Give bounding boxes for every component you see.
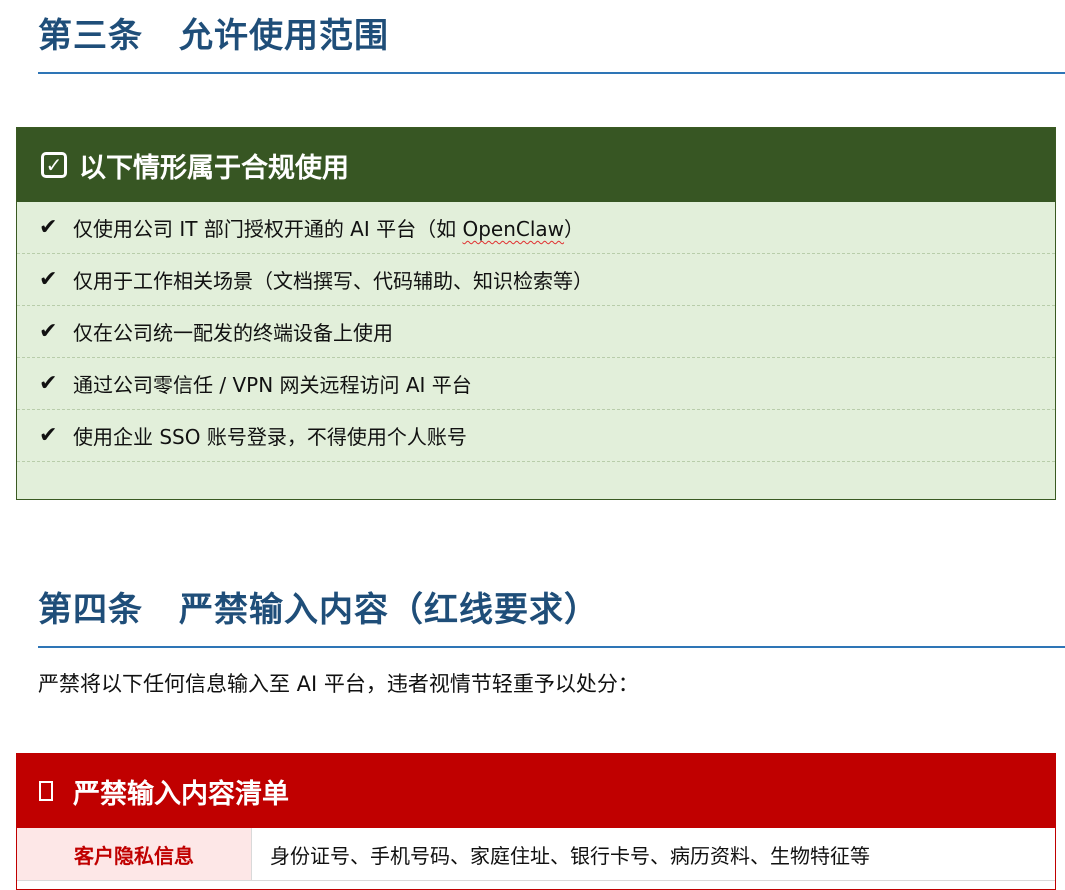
forbidden-description: 身份证号、手机号码、家庭住址、银行卡号、病历资料、生物特征等	[252, 828, 1055, 880]
section-4-intro: 严禁将以下任何信息输入至 AI 平台，违者视情节轻重予以处分：	[38, 672, 639, 696]
list-item: ✔ 仅用于工作相关场景（文档撰写、代码辅助、知识检索等）	[17, 254, 1055, 306]
section-4-heading: 第四条 严禁输入内容（红线要求）	[38, 584, 1065, 648]
allowed-usage-box: ✓ 以下情形属于合规使用 ✔ 仅使用公司 IT 部门授权开通的 AI 平台（如 …	[16, 127, 1056, 500]
list-item: ✔ 使用企业 SSO 账号登录，不得使用个人账号	[17, 410, 1055, 462]
list-item-text: 仅在公司统一配发的终端设备上使用	[73, 321, 393, 345]
forbidden-content-header: 严禁输入内容清单	[17, 754, 1055, 828]
forbidden-category: 客户隐私信息	[17, 828, 252, 880]
list-item: ✔ 仅使用公司 IT 部门授权开通的 AI 平台（如 OpenClaw）	[17, 202, 1055, 254]
checkmark-icon: ✔	[39, 319, 58, 344]
list-item-text: 仅用于工作相关场景（文档撰写、代码辅助、知识检索等）	[73, 269, 593, 293]
allowed-usage-title: 以下情形属于合规使用	[79, 152, 349, 184]
allowed-usage-header: ✓ 以下情形属于合规使用	[17, 128, 1055, 202]
list-item-text: 使用企业 SSO 账号登录，不得使用个人账号	[73, 425, 467, 449]
section-4-number: 第四条	[38, 590, 143, 630]
section-3-title: 允许使用范围	[179, 16, 389, 56]
forbidden-content-title: 严禁输入内容清单	[73, 778, 289, 810]
checkbox-checked-icon: ✓	[41, 152, 67, 178]
list-item-text: 通过公司零信任 / VPN 网关远程访问 AI 平台	[73, 373, 472, 397]
spellcheck-underlined-word: OpenClaw	[462, 217, 565, 241]
section-4-title: 严禁输入内容（红线要求）	[179, 590, 599, 630]
empty-row	[17, 462, 1055, 502]
checkmark-icon: ✔	[39, 267, 58, 292]
list-item: ✔ 仅在公司统一配发的终端设备上使用	[17, 306, 1055, 358]
table-row: 客户隐私信息 身份证号、手机号码、家庭住址、银行卡号、病历资料、生物特征等	[17, 828, 1055, 881]
section-3-heading: 第三条 允许使用范围	[38, 10, 1065, 74]
empty-square-icon	[39, 781, 53, 801]
list-item-text: 仅使用公司 IT 部门授权开通的 AI 平台（如 OpenClaw）	[73, 217, 585, 241]
forbidden-content-box: 严禁输入内容清单 客户隐私信息 身份证号、手机号码、家庭住址、银行卡号、病历资料…	[16, 753, 1056, 890]
checkmark-icon: ✔	[39, 423, 58, 448]
list-item: ✔ 通过公司零信任 / VPN 网关远程访问 AI 平台	[17, 358, 1055, 410]
section-3-number: 第三条	[38, 16, 143, 56]
checkmark-icon: ✔	[39, 215, 58, 240]
checkmark-icon: ✔	[39, 371, 58, 396]
